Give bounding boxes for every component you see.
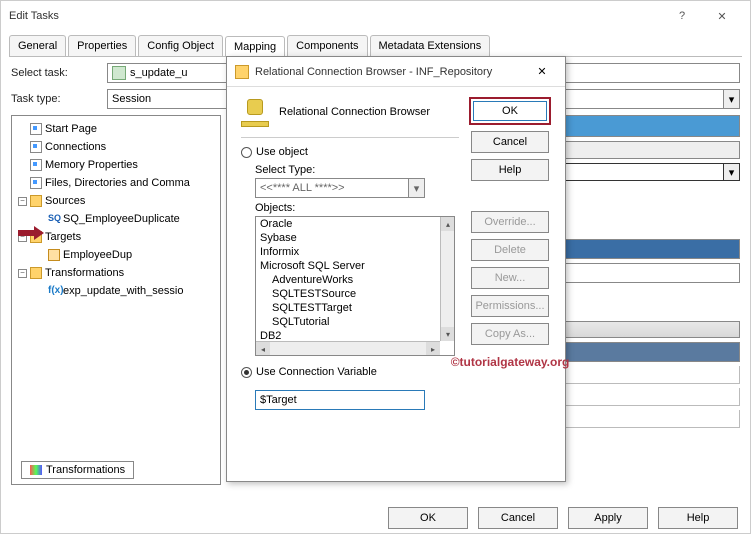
watermark-text: ©tutorialgateway.org — [451, 355, 570, 369]
dialog-new-button[interactable]: New... — [471, 267, 549, 289]
mapping-tree[interactable]: Start Page Connections Memory Properties… — [11, 115, 221, 485]
tab-properties[interactable]: Properties — [68, 35, 136, 56]
ok-button[interactable]: OK — [388, 507, 468, 529]
main-titlebar: Edit Tasks ? ✕ — [1, 1, 750, 31]
list-item[interactable]: Microsoft SQL Server — [256, 259, 454, 273]
chevron-down-icon: ▾ — [723, 164, 739, 180]
main-title: Edit Tasks — [9, 10, 662, 22]
select-task-label: Select task: — [11, 67, 101, 79]
dialog-cancel-button[interactable]: Cancel — [471, 131, 549, 153]
scroll-right-icon[interactable]: ▸ — [426, 342, 440, 356]
objects-listbox[interactable]: Oracle Sybase Informix Microsoft SQL Ser… — [255, 216, 455, 356]
radio-icon — [241, 147, 252, 158]
tab-config-object[interactable]: Config Object — [138, 35, 223, 56]
apply-button[interactable]: Apply — [568, 507, 648, 529]
connection-variable-input[interactable] — [255, 390, 425, 410]
chevron-down-icon: ▾ — [723, 90, 739, 108]
use-conn-var-radio[interactable]: Use Connection Variable — [241, 366, 459, 378]
annotation-arrow — [18, 226, 46, 240]
select-type-combo[interactable]: <<**** ALL ****>> ▾ — [255, 178, 425, 198]
tree-employeedup[interactable]: EmployeeDup — [14, 246, 218, 264]
task-type-value: Session — [112, 93, 151, 105]
help-button[interactable]: Help — [658, 507, 738, 529]
cancel-button[interactable]: Cancel — [478, 507, 558, 529]
use-object-radio[interactable]: Use object — [241, 146, 459, 158]
close-icon[interactable]: ✕ — [702, 2, 742, 30]
list-item[interactable]: Informix — [256, 245, 454, 259]
dialog-subtitle: Relational Connection Browser — [279, 106, 430, 118]
help-icon[interactable]: ? — [662, 2, 702, 30]
select-task-value: s_update_u — [130, 67, 188, 79]
tree-files[interactable]: Files, Directories and Comma — [14, 174, 218, 192]
tree-sources[interactable]: −Sources — [14, 192, 218, 210]
tree-exp-update[interactable]: f(x)exp_update_with_sessio — [14, 282, 218, 300]
tree-memory[interactable]: Memory Properties — [14, 156, 218, 174]
transformations-icon — [30, 465, 42, 475]
radio-icon — [241, 367, 252, 378]
tab-mapping[interactable]: Mapping — [225, 36, 285, 57]
dialog-delete-button[interactable]: Delete — [471, 239, 549, 261]
footer-buttons: OK Cancel Apply Help — [388, 507, 738, 529]
objects-label: Objects: — [255, 202, 459, 214]
list-item[interactable]: Sybase — [256, 231, 454, 245]
list-item[interactable]: Oracle — [256, 217, 454, 231]
dialog-ok-button[interactable]: OK — [473, 101, 547, 121]
scroll-left-icon[interactable]: ◂ — [256, 342, 270, 356]
list-item[interactable]: SQLTESTTarget — [256, 301, 454, 315]
list-item[interactable]: SQLTutorial — [256, 315, 454, 329]
scrollbar-horizontal[interactable]: ◂ ▸ — [256, 341, 440, 355]
dialog-permissions-button[interactable]: Permissions... — [471, 295, 549, 317]
list-item[interactable]: SQLTESTSource — [256, 287, 454, 301]
dialog-icon — [235, 65, 249, 79]
task-type-label: Task type: — [11, 93, 101, 105]
chevron-down-icon: ▾ — [408, 179, 424, 197]
bottom-tab-transformations[interactable]: Transformations — [21, 461, 134, 479]
tree-transformations[interactable]: −Transformations — [14, 264, 218, 282]
tab-metadata-extensions[interactable]: Metadata Extensions — [370, 35, 491, 56]
main-tabs: General Properties Config Object Mapping… — [9, 35, 742, 57]
scroll-up-icon[interactable]: ▴ — [441, 217, 455, 231]
scroll-down-icon[interactable]: ▾ — [441, 327, 455, 341]
dialog-title: Relational Connection Browser - INF_Repo… — [255, 66, 527, 78]
tree-connections[interactable]: Connections — [14, 138, 218, 156]
dialog-help-button[interactable]: Help — [471, 159, 549, 181]
list-item[interactable]: AdventureWorks — [256, 273, 454, 287]
tab-general[interactable]: General — [9, 35, 66, 56]
dialog-close-icon[interactable]: ✕ — [527, 65, 557, 78]
ok-highlight: OK — [469, 97, 551, 125]
session-icon — [112, 66, 126, 80]
tree-start-page[interactable]: Start Page — [14, 120, 218, 138]
dialog-copyas-button[interactable]: Copy As... — [471, 323, 549, 345]
dialog-override-button[interactable]: Override... — [471, 211, 549, 233]
select-type-label: Select Type: — [255, 164, 459, 176]
scrollbar-vertical[interactable]: ▴ ▾ — [440, 217, 454, 341]
tab-components[interactable]: Components — [287, 35, 367, 56]
connection-browser-dialog: Relational Connection Browser - INF_Repo… — [226, 56, 566, 482]
database-icon — [241, 97, 269, 127]
